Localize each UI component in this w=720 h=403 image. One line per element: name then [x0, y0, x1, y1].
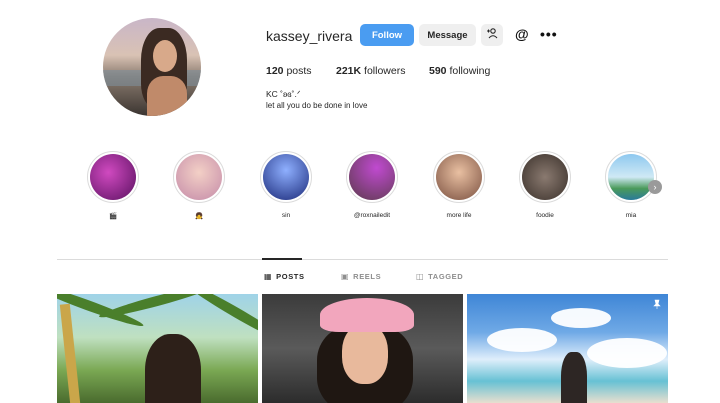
highlight-cover — [608, 154, 654, 200]
highlight-2[interactable] — [173, 151, 225, 203]
post-figure — [145, 334, 201, 403]
highlight-cover — [90, 154, 136, 200]
more-options-icon[interactable]: ••• — [540, 26, 558, 42]
posts-stat-label: posts — [286, 65, 312, 77]
bio-text: let all you do be done in love — [266, 101, 368, 110]
avatar-body — [147, 76, 187, 116]
highlight-label: 👧 — [194, 213, 204, 220]
highlight-label: @roxnailedit — [353, 212, 391, 219]
pin-icon — [652, 299, 662, 312]
highlight-label: sin — [281, 212, 291, 219]
tab-posts-label: POSTS — [276, 272, 305, 281]
post-thumbnail[interactable] — [262, 294, 463, 403]
following-stat-label: following — [449, 65, 491, 77]
highlight-7[interactable] — [605, 151, 657, 203]
follow-button[interactable]: Follow — [360, 24, 414, 46]
followers-stat[interactable]: 221K followers — [336, 65, 405, 77]
cloud — [487, 328, 557, 352]
tagged-icon: ◫ — [416, 272, 425, 281]
posts-count: 120 — [266, 65, 284, 77]
active-tab-indicator — [262, 258, 302, 260]
followers-count: 221K — [336, 65, 362, 77]
tabs-divider — [57, 259, 668, 260]
highlight-cover — [176, 154, 222, 200]
post-cap — [320, 298, 414, 332]
add-user-button[interactable] — [481, 24, 503, 46]
palm-leaf — [182, 294, 258, 348]
profile-avatar[interactable] — [103, 18, 201, 116]
grid-icon: ▦ — [264, 272, 273, 281]
highlight-cover — [436, 154, 482, 200]
highlight-3[interactable] — [260, 151, 312, 203]
add-user-icon — [486, 28, 498, 42]
post-thumbnail[interactable] — [57, 294, 258, 403]
tab-reels[interactable]: ▣ REELS — [341, 272, 381, 281]
threads-icon[interactable]: @ — [515, 26, 531, 42]
cloud — [551, 308, 611, 328]
highlight-4[interactable] — [346, 151, 398, 203]
highlight-label: foodie — [536, 212, 554, 219]
tab-posts[interactable]: ▦ POSTS — [264, 272, 305, 281]
highlight-6[interactable] — [519, 151, 571, 203]
highlights-next-icon[interactable]: › — [648, 180, 662, 194]
highlight-cover — [263, 154, 309, 200]
username: kassey_rivera — [266, 28, 353, 44]
bio-name: KC ˚ʚɞ˚.ᐟ — [266, 89, 301, 99]
highlight-label: mia — [625, 212, 637, 219]
message-button[interactable]: Message — [419, 24, 476, 46]
tab-reels-label: REELS — [353, 272, 382, 281]
reels-icon: ▣ — [341, 272, 350, 281]
highlight-label: more life — [446, 212, 472, 219]
highlight-5[interactable] — [433, 151, 485, 203]
highlight-label: 🎬 — [108, 213, 118, 220]
followers-stat-label: followers — [364, 65, 406, 77]
post-face — [342, 324, 388, 384]
tab-tagged[interactable]: ◫ TAGGED — [416, 272, 463, 281]
highlight-cover — [522, 154, 568, 200]
highlight-1[interactable] — [87, 151, 139, 203]
posts-stat: 120 posts — [266, 65, 312, 77]
following-count: 590 — [429, 65, 447, 77]
tab-tagged-label: TAGGED — [428, 272, 464, 281]
post-figure — [561, 352, 587, 403]
post-thumbnail[interactable] — [467, 294, 668, 403]
highlight-cover — [349, 154, 395, 200]
cloud — [587, 338, 667, 368]
avatar-face — [153, 40, 177, 72]
palm-trunk — [59, 303, 81, 403]
following-stat[interactable]: 590 following — [429, 65, 490, 77]
